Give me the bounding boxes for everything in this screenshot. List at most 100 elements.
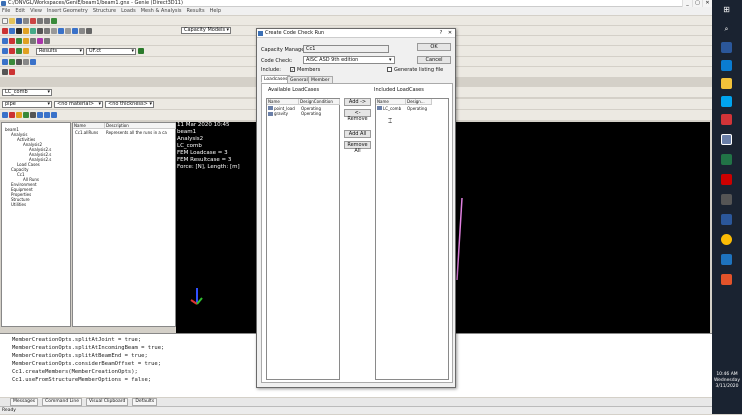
contour-icon[interactable] xyxy=(16,48,22,54)
point-icon[interactable] xyxy=(2,27,8,34)
results-icon[interactable] xyxy=(9,48,15,54)
menu-loads[interactable]: Loads xyxy=(121,8,136,14)
available-column-name[interactable]: Name xyxy=(267,99,299,105)
iso-view-icon[interactable] xyxy=(30,112,36,118)
menu-mesh-analysis[interactable]: Mesh & Analysis xyxy=(141,8,182,14)
maximize-button[interactable]: ▢ xyxy=(692,0,702,7)
included-column-name[interactable]: Name xyxy=(376,99,406,105)
app-icon-blue[interactable] xyxy=(721,254,732,265)
app-icon-orange[interactable] xyxy=(721,274,732,285)
menu-insert-geometry[interactable]: Insert Geometry xyxy=(47,8,88,14)
property-icon[interactable] xyxy=(30,37,36,44)
guide-icon[interactable] xyxy=(30,27,36,34)
run-icon[interactable] xyxy=(138,48,144,54)
zoom-icon[interactable] xyxy=(9,69,15,75)
menu-file[interactable]: File xyxy=(2,8,10,14)
new-file-icon[interactable] xyxy=(2,17,8,24)
capacity-manager-field[interactable]: Cc1 xyxy=(303,45,389,53)
chevron-down-icon[interactable]: ▾ xyxy=(389,57,392,63)
included-row-name[interactable]: LC_comb xyxy=(383,106,406,111)
task-view-icon[interactable] xyxy=(721,42,732,53)
app-icon[interactable] xyxy=(1,1,6,6)
skype-icon[interactable] xyxy=(721,96,732,107)
mirror-icon[interactable] xyxy=(51,27,57,34)
excel-icon[interactable] xyxy=(721,154,732,165)
support-icon[interactable] xyxy=(16,37,22,44)
word-icon[interactable] xyxy=(721,214,732,225)
acrobat-icon[interactable] xyxy=(721,174,732,185)
tree-item-utilities[interactable]: Utilities xyxy=(11,202,26,207)
search-icon[interactable]: ⌕ xyxy=(721,24,732,35)
remove-button[interactable]: <- Remove xyxy=(344,109,371,122)
browser-tree[interactable]: beam1 Analysis Activities Analysis2 Anal… xyxy=(1,122,71,327)
code-check-select[interactable]: AISC ASD 9th edition xyxy=(303,56,395,64)
tab-defaults[interactable]: Defaults xyxy=(132,398,158,406)
thickness-combo[interactable]: <no thickness> xyxy=(105,100,154,108)
windows-start-icon[interactable]: ⊞ xyxy=(721,4,732,15)
included-row-condition[interactable]: Operating xyxy=(407,106,443,111)
available-column-design-condition[interactable]: DesignCondition xyxy=(299,99,340,105)
section-icon[interactable] xyxy=(37,37,43,44)
rotate-icon[interactable] xyxy=(58,27,64,34)
tab-visual-clipboard[interactable]: Visual Clipboard xyxy=(86,398,129,406)
fit-icon[interactable] xyxy=(16,112,22,118)
available-row-name[interactable]: gravity xyxy=(274,111,299,116)
chrome-icon[interactable] xyxy=(721,234,732,245)
copy-icon[interactable] xyxy=(44,27,50,34)
menu-results[interactable]: Results xyxy=(187,8,205,14)
column-description[interactable]: Description xyxy=(105,123,176,129)
uf-combo[interactable]: UF.ct xyxy=(86,47,136,55)
view-icon[interactable] xyxy=(86,27,92,34)
z-view-icon[interactable] xyxy=(51,112,57,118)
delete-icon[interactable] xyxy=(30,17,36,24)
line-style-icon[interactable] xyxy=(16,58,22,65)
available-loadcases-list[interactable]: Name DesignCondition point_load Operatin… xyxy=(266,98,340,380)
list-row-name[interactable]: Cc1.allRuns xyxy=(75,130,105,135)
app-icon-red[interactable] xyxy=(721,114,732,125)
dialog-close-button[interactable]: ✕ xyxy=(446,30,454,37)
loadcase-combo[interactable]: LC_comb xyxy=(2,88,52,96)
members-checkbox[interactable]: ✓ xyxy=(290,67,295,72)
capacity-models-combo[interactable]: Capacity Models xyxy=(181,27,231,34)
mesh-icon[interactable] xyxy=(23,37,29,44)
print-icon[interactable] xyxy=(23,17,29,24)
select-icon[interactable] xyxy=(2,37,8,44)
calculator-icon[interactable] xyxy=(721,194,732,205)
ok-button[interactable]: OK xyxy=(417,43,451,51)
tab-messages[interactable]: Messages xyxy=(10,398,39,406)
object-list[interactable]: Name Description Cc1.allRuns Represents … xyxy=(72,122,176,327)
material-combo[interactable]: <no material> xyxy=(54,100,103,108)
help-button[interactable]: ? xyxy=(437,30,445,37)
list-row-description[interactable]: Represents all the runs in a ca xyxy=(106,130,176,135)
move-icon[interactable] xyxy=(37,27,43,34)
generate-listing-checkbox[interactable] xyxy=(387,67,392,72)
menu-view[interactable]: View xyxy=(30,8,42,14)
open-folder-icon[interactable] xyxy=(9,17,15,24)
cancel-button[interactable]: Cancel xyxy=(417,56,451,64)
join-icon[interactable] xyxy=(79,27,85,34)
available-row-condition[interactable]: Operating xyxy=(301,111,339,116)
wireframe-icon[interactable] xyxy=(2,48,8,54)
taskbar-clock[interactable]: 10:46 AM Wednesday 3/11/2020 xyxy=(713,372,741,390)
split-icon[interactable] xyxy=(72,27,78,34)
cancel-icon[interactable] xyxy=(9,112,15,118)
add-button[interactable]: Add -> xyxy=(344,98,371,106)
load-icon[interactable] xyxy=(9,37,15,44)
filter-icon[interactable] xyxy=(51,17,57,24)
grid-icon[interactable] xyxy=(2,69,8,75)
add-all-button[interactable]: Add All xyxy=(344,130,371,138)
tab-command-line[interactable]: Command Line xyxy=(42,398,83,406)
undo-icon[interactable] xyxy=(37,17,43,24)
deformed-icon[interactable] xyxy=(23,48,29,54)
label-icon[interactable] xyxy=(2,58,8,65)
menu-help[interactable]: Help xyxy=(210,8,221,14)
plate-icon[interactable] xyxy=(16,27,22,34)
minimize-button[interactable]: _ xyxy=(682,0,692,7)
font-icon[interactable] xyxy=(23,58,29,65)
close-button[interactable]: ✕ xyxy=(702,0,712,7)
included-loadcases-list[interactable]: Name Design... LC_comb Operating ⌶ xyxy=(375,98,449,380)
results-combo[interactable]: Results xyxy=(36,47,84,55)
pan-icon[interactable] xyxy=(23,112,29,118)
file-explorer-icon[interactable] xyxy=(721,78,732,89)
material-icon[interactable] xyxy=(44,37,50,44)
